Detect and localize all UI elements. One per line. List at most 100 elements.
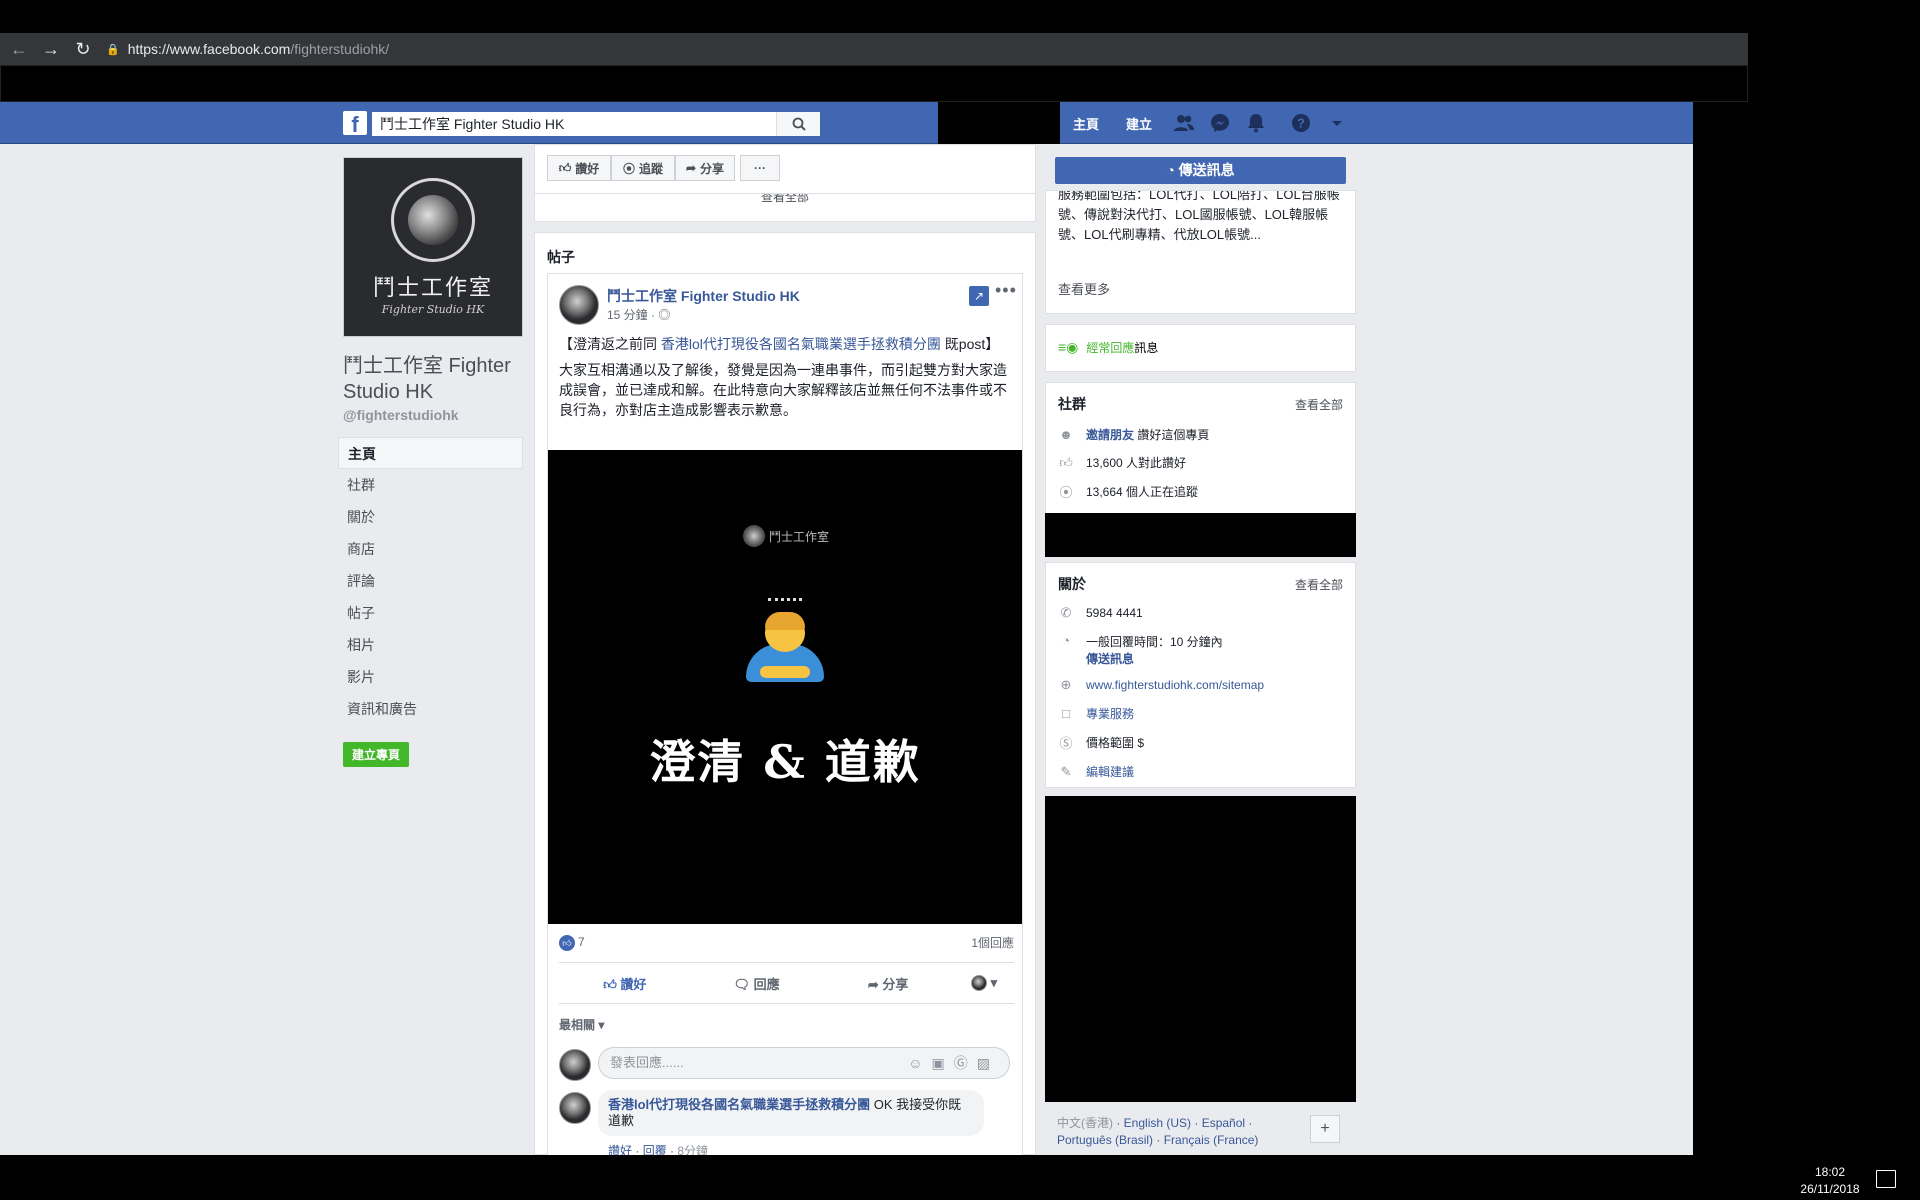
page-nav-about[interactable]: 關於 [338, 501, 523, 533]
follows-row: ⦿ 13,664 個人正在追蹤 [1058, 482, 1198, 501]
create-page-button[interactable]: 建立專頁 [343, 742, 410, 767]
post-text: 【澄清返之前同 香港lol代打現役各國名氣職業選手拯救積分團 既post】 大家… [559, 334, 1014, 420]
pin-icon[interactable]: ↗ [969, 286, 989, 306]
page-nav-home[interactable]: 主頁 [338, 437, 523, 469]
post-share-label: 分享 [882, 976, 909, 992]
post-image[interactable]: 鬥士工作室 澄清 & 道歉 [548, 450, 1022, 924]
rss-icon: ⦿ [1059, 485, 1073, 500]
comment-bubble: 香港lol代打現役各國名氣職業選手拯救積分團 OK 我接受你既道歉 [598, 1090, 984, 1136]
response-label: 經常回應 [1086, 341, 1135, 355]
see-all-link[interactable]: 查看全部 [761, 194, 809, 204]
redacted-block [1045, 513, 1356, 557]
facebook-logo-icon[interactable]: f [343, 111, 367, 135]
page-handle[interactable]: @fighterstudiohk [343, 407, 523, 423]
about-snippet-card: 服務範圍包括：LOL代打、LOL陪打、LOL台服帳號、傳說對決代打、LOL國服帳… [1045, 190, 1356, 314]
comment-author-avatar[interactable] [559, 1092, 591, 1124]
send-message-label: 傳送訊息 [1178, 162, 1235, 178]
about-see-all-link[interactable]: 查看全部 [1295, 576, 1343, 593]
lang-es[interactable]: Español [1202, 1116, 1245, 1130]
page-nav-shop[interactable]: 商店 [338, 533, 523, 565]
see-more-link[interactable]: 查看更多 [1058, 279, 1110, 298]
follow-page-button[interactable]: ⦿ 追蹤 [611, 155, 675, 181]
post-timestamp[interactable]: 15 分鐘 · ◎ [607, 306, 670, 323]
comment-sort-dropdown[interactable]: 最相關 ▾ [559, 1016, 604, 1033]
see-all-strip[interactable]: 查看全部 [534, 194, 1036, 222]
page-nav-posts[interactable]: 帖子 [338, 597, 523, 629]
like-page-button[interactable]: 👍︎ 讚好 [547, 155, 611, 181]
reactions-row: 👍︎ 7 1個回應 [559, 934, 1014, 951]
price-range: 價格範圍 $ [1086, 736, 1145, 750]
suggest-edit-link[interactable]: 編輯建議 [1086, 763, 1134, 780]
phone-icon: ✆ [1060, 605, 1072, 620]
category-link[interactable]: 專業服務 [1086, 705, 1134, 722]
post-text-intro: 【澄清返之前同 [559, 336, 661, 352]
phone-row: ✆ 5984 4441 [1058, 605, 1143, 621]
comment-author-link[interactable]: 香港lol代打現役各國名氣職業選手拯救積分團 [608, 1097, 870, 1112]
post-share-button[interactable]: ➦ 分享 [822, 974, 954, 993]
follows-count[interactable]: 13,664 個人正在追蹤 [1086, 483, 1198, 500]
share-page-label: 分享 [700, 161, 725, 176]
website-link[interactable]: www.fighterstudiohk.com/sitemap [1086, 678, 1264, 692]
comment-input[interactable]: 發表回應...... ☺▣Ⓖ▨ [598, 1047, 1010, 1079]
lang-en[interactable]: English (US) [1124, 1116, 1191, 1130]
share-icon: ➦ [685, 161, 697, 175]
page-nav-photos[interactable]: 相片 [338, 629, 523, 661]
comment-time[interactable]: 8分鐘 [677, 1144, 708, 1155]
invite-friends-link[interactable]: 邀請朋友 [1086, 428, 1134, 442]
page-nav-videos[interactable]: 影片 [338, 661, 523, 693]
image-logo: 鬥士工作室 [743, 525, 829, 547]
lion-logo-icon [391, 178, 475, 262]
community-see-all-link[interactable]: 查看全部 [1295, 396, 1343, 413]
messenger-icon: ◔ [1166, 162, 1179, 178]
post-comment-button[interactable]: 🗨︎ 回應 [691, 974, 823, 993]
reaction-count[interactable]: 👍︎ 7 [559, 934, 585, 951]
lang-pt[interactable]: Português (Brasil) [1057, 1133, 1153, 1147]
facebook-page: f 主頁 建立 ? 鬥士工作室 Fighter Studio HK 鬥士工作室 … [0, 102, 1693, 1155]
page-nav-reviews[interactable]: 評論 [338, 565, 523, 597]
invite-friends-icon: ☻ [1059, 427, 1073, 442]
about-snippet-text: 服務範圍包括：LOL代打、LOL陪打、LOL台服帳號、傳說對決代打、LOL國服帳… [1058, 191, 1340, 242]
send-message-link[interactable]: 傳送訊息 [1086, 652, 1134, 666]
post-mention-link[interactable]: 香港lol代打現役各國名氣職業選手拯救積分團 [661, 336, 941, 352]
post-author-link[interactable]: 鬥士工作室 Fighter Studio HK [607, 286, 800, 306]
post-like-button[interactable]: 👍︎ 讚好 [559, 974, 691, 993]
url-host: https://www.facebook.com [127, 41, 291, 57]
share-page-button[interactable]: ➦ 分享 [675, 155, 735, 181]
page-title[interactable]: 鬥士工作室 Fighter Studio HK [343, 353, 523, 405]
back-icon[interactable]: ← [6, 39, 32, 60]
page-nav: 主頁 社群 關於 商店 評論 帖子 相片 影片 資訊和廣告 [338, 437, 523, 725]
category-icon: □ [1062, 706, 1070, 721]
forward-icon[interactable]: → [38, 39, 64, 60]
logo-text-cn: 鬥士工作室 [372, 276, 493, 301]
comment-count[interactable]: 1個回應 [971, 934, 1014, 951]
taskbar-clock[interactable]: 18:02 26/11/2018 [1790, 1164, 1870, 1198]
taskbar: 18:02 26/11/2018 [0, 1160, 1920, 1200]
more-options-button[interactable]: ··· [740, 155, 780, 181]
action-center-icon[interactable] [1876, 1170, 1896, 1188]
lang-current: 中文(香港) [1057, 1116, 1113, 1130]
response-row: ≡◉ 經常回應訊息 [1058, 339, 1158, 356]
lang-fr[interactable]: Français (France) [1164, 1133, 1259, 1147]
comment-like-link[interactable]: 讚好 [608, 1144, 632, 1155]
page-nav-community[interactable]: 社群 [338, 469, 523, 501]
page-nav-info-ads[interactable]: 資訊和廣告 [338, 693, 523, 725]
chevron-down-icon: ▾ [990, 974, 998, 990]
invite-text: 讚好這個專頁 [1137, 428, 1210, 442]
profile-picture[interactable]: 鬥士工作室 Fighter Studio HK [343, 157, 523, 337]
address-bar[interactable]: 🔒 https://www.facebook.com /fighterstudi… [106, 41, 389, 57]
post-body: 大家互相溝通以及了解後，發覺是因為一連串事件，而引起雙方對大家造成誤會，並已達成… [559, 362, 1007, 418]
more-languages-button[interactable]: + [1310, 1115, 1340, 1143]
post-more-icon[interactable]: ••• [995, 280, 1017, 301]
phone-number[interactable]: 5984 4441 [1086, 606, 1143, 620]
comment-reply-link[interactable]: 回覆 [643, 1144, 667, 1155]
posts-section-title: 帖子 [547, 249, 575, 265]
send-message-button[interactable]: ◔ 傳送訊息 [1055, 157, 1346, 184]
post-comment-label: 回應 [753, 976, 780, 992]
post-author-avatar[interactable] [559, 285, 599, 325]
image-logo-text: 鬥士工作室 [769, 529, 830, 544]
reload-icon[interactable]: ↻ [70, 39, 96, 60]
likes-count[interactable]: 13,600 人對此讚好 [1086, 454, 1186, 471]
post-as-selector[interactable]: ▾ [954, 975, 1014, 992]
clock-time: 18:02 [1814, 1165, 1846, 1179]
comment-attach-icons[interactable]: ☺▣Ⓖ▨ [908, 1048, 999, 1078]
